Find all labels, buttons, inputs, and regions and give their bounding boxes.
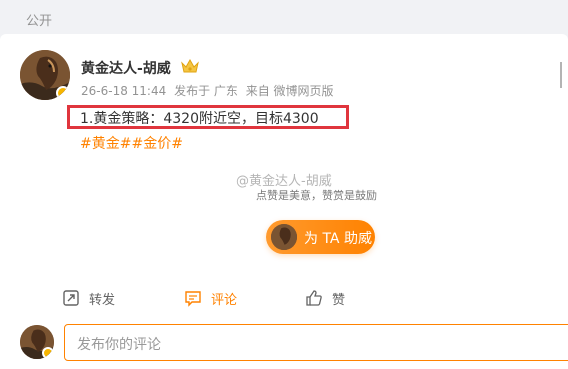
comment-label: 评论 [211,293,238,308]
verified-badge-icon [56,86,70,100]
comment-icon [185,291,201,307]
reward-button[interactable]: 为 TA 助威 [266,220,375,254]
top-bar: 公开 [0,0,568,34]
current-user-avatar[interactable] [20,325,54,359]
more-options-icon[interactable] [556,62,566,88]
like-label: 赞 [332,293,346,308]
post-source: 来自 微博网页版 [245,84,334,98]
post-date[interactable]: 26-6-18 11:44 [81,84,166,98]
reward-hint: 点赞是美意，赞赏是鼓励 [256,189,377,202]
crown-icon [180,58,200,78]
comment-composer: 发布你的评论 [0,318,568,369]
thumbs-up-icon [306,290,322,306]
tag-gold-price[interactable]: #金价# [131,136,182,152]
post-tags: #黄金##金价# [80,133,183,153]
verified-badge-icon [42,347,54,359]
post-location: 发布于 广东 [174,84,238,98]
post-meta: 26-6-18 11:44 发布于 广东 来自 微博网页版 [81,82,338,99]
action-bar: 转发 评论 赞 [0,280,568,314]
reward-avatar [271,224,297,250]
author-avatar[interactable] [20,50,70,100]
reward-button-label: 为 TA 助威 [304,231,372,247]
post-content: 1.黄金策略：4320附近空，目标4300 [80,111,319,127]
tag-gold[interactable]: #黄金# [80,136,131,152]
visibility-label: 公开 [26,14,53,29]
comment-input[interactable]: 发布你的评论 [64,324,568,361]
repost-icon [63,290,79,306]
author-name[interactable]: 黄金达人-胡威 [81,58,171,78]
repost-label: 转发 [89,293,116,308]
post-card: 黄金达人-胡威 26-6-18 11:44 发布于 广东 来自 微博网页版 1.… [0,34,568,369]
